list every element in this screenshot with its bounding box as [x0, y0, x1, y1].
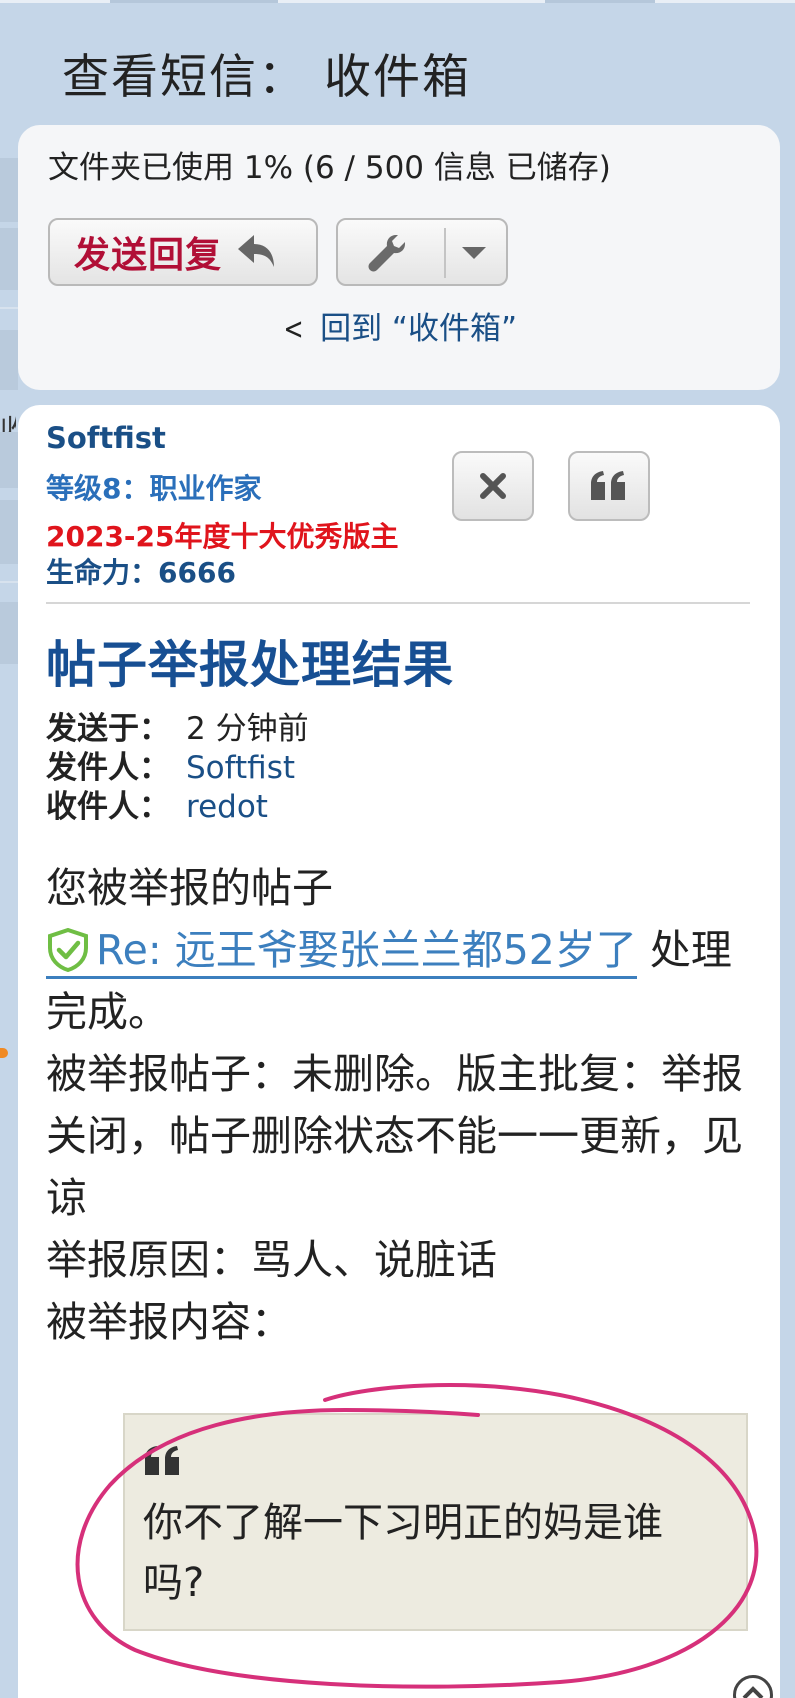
- folder-card: 文件夹已使用 1% (6 / 500 信息 已储存) 发送回复 < 回到 “收件箱…: [18, 125, 780, 390]
- caret-down-icon[interactable]: [460, 244, 488, 262]
- author-name[interactable]: Softfist: [46, 421, 166, 455]
- reported-post-title: Re: 远王爷娶张兰兰都52岁了: [96, 926, 637, 974]
- wrench-icon: [368, 235, 405, 272]
- to-label: 收件人：: [46, 789, 170, 825]
- author-separator: [46, 602, 750, 604]
- to-link[interactable]: redot: [186, 789, 268, 825]
- message-title: 帖子举报处理结果: [46, 636, 454, 694]
- body-line-reason: 举报原因：骂人、说脏话: [46, 1236, 497, 1284]
- send-reply-button[interactable]: 发送回复: [48, 218, 318, 286]
- top-tab-remnant: [545, 0, 655, 3]
- page: 收 查看短信： 收件箱 文件夹已使用 1% (6 / 500 信息 已储存) 发…: [0, 0, 795, 1698]
- body-line-content-label: 被举报内容：: [46, 1298, 292, 1346]
- to-row: 收件人： redot: [46, 781, 268, 826]
- reported-post-link[interactable]: Re: 远王爷娶张兰兰都52岁了: [46, 926, 637, 979]
- author-vitality: 生命力：6666: [46, 556, 236, 589]
- sidebar-stub: [0, 158, 18, 222]
- top-tab-remnant: [110, 0, 278, 3]
- folder-usage-text: 文件夹已使用 1% (6 / 500 信息 已储存): [48, 150, 611, 186]
- tools-divider: [444, 228, 446, 278]
- quote-icon: [145, 1446, 179, 1475]
- message-card: Softfist 等级8：职业作家 2023-25年度十大优秀版主 生命力：66…: [18, 405, 780, 1698]
- close-icon: [480, 473, 506, 499]
- author-honor: 2023-25年度十大优秀版主: [46, 520, 399, 553]
- back-to-inbox-link[interactable]: < 回到 “收件箱”: [18, 303, 780, 348]
- delete-button[interactable]: [452, 451, 534, 521]
- author-rank: 等级8：职业作家: [46, 472, 262, 505]
- tools-menu-button[interactable]: [336, 218, 508, 286]
- scroll-top-button[interactable]: [733, 1675, 773, 1698]
- sidebar-stub: [0, 330, 18, 390]
- quoted-content-box: 你不了解一下习明正的妈是谁吗?: [123, 1413, 748, 1631]
- sidebar-stub: [0, 432, 18, 488]
- quoted-content-text: 你不了解一下习明正的妈是谁吗?: [143, 1500, 663, 1606]
- quote-button[interactable]: [568, 451, 650, 521]
- shield-check-icon: [48, 928, 88, 972]
- back-to-inbox-label: 回到 “收件箱”: [320, 311, 518, 347]
- reply-arrow-icon: [238, 235, 275, 267]
- reported-post-line: Re: 远王爷娶张兰兰都52岁了 处理完成。: [46, 926, 732, 1036]
- sidebar-divider: [0, 307, 18, 309]
- sidebar-stub: [0, 602, 18, 664]
- body-line-intro: 您被举报的帖子: [46, 864, 333, 912]
- sidebar-notification-dot: [0, 1048, 8, 1058]
- sidebar-stub: [0, 228, 18, 290]
- scroll-top-icon: [742, 1686, 764, 1698]
- message-body: 您被举报的帖子 Re: 远王爷娶张兰兰都52岁了 处理完成。 被举报帖子：未删除…: [46, 857, 752, 1353]
- sidebar-divider: [0, 581, 18, 583]
- quote-icon: [591, 471, 625, 500]
- chevron-left-icon: <: [283, 312, 304, 347]
- page-title: 查看短信： 收件箱: [62, 50, 471, 105]
- send-reply-label: 发送回复: [74, 235, 223, 276]
- body-line-decision: 被举报帖子：未删除。版主批复：举报关闭，帖子删除状态不能一一更新，见谅: [46, 1050, 743, 1222]
- sidebar-stub: [0, 500, 18, 564]
